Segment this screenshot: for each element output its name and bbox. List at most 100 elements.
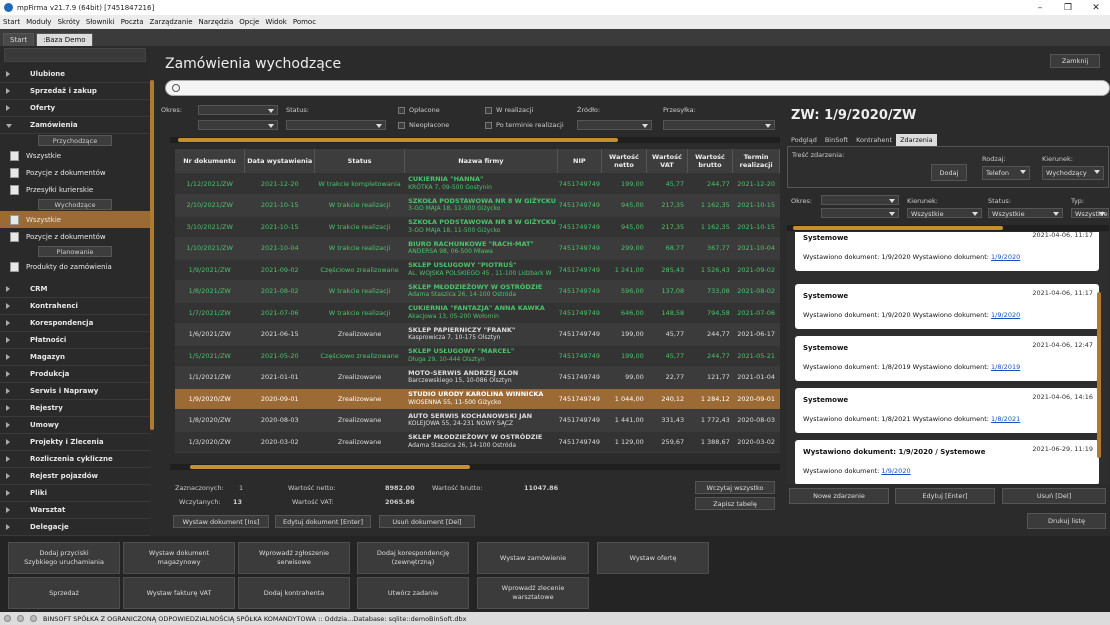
tab-baza-demo[interactable]: :Baza Demo: [36, 33, 93, 46]
menu-item[interactable]: Moduły: [26, 18, 51, 26]
sidebar-group[interactable]: Korespondencja: [0, 315, 150, 332]
rodzaj-select[interactable]: Telefon: [982, 166, 1030, 180]
column-header[interactable]: Wartość netto: [601, 149, 648, 173]
minimize-icon[interactable]: –: [1026, 0, 1054, 15]
sidebar-group[interactable]: Rejestr pojazdów: [0, 468, 150, 485]
table-row[interactable]: 1/8/2021/ZW 2021-08-02 W trakcie realiza…: [175, 280, 780, 303]
sidebar-search-input[interactable]: [4, 48, 146, 62]
tab-zdarzenia[interactable]: Zdarzenia: [896, 134, 937, 146]
table-row[interactable]: 2/10/2021/ZW 2021-10-15 W trakcie realiz…: [175, 194, 780, 217]
tab-binsoft[interactable]: BinSoft: [821, 134, 852, 146]
event-card[interactable]: Systemowe 2021-04-06, 14:16 Wystawiono d…: [795, 388, 1099, 433]
tab-podglad[interactable]: Podgląd: [787, 134, 821, 146]
table-row[interactable]: 1/6/2021/ZW 2021-06-15 Zrealizowane SKLE…: [175, 323, 780, 346]
menu-item[interactable]: Poczta: [121, 18, 144, 26]
sidebar-link[interactable]: Pozycje z dokumentów: [0, 164, 150, 181]
column-header[interactable]: Termin realizacji: [732, 149, 780, 173]
wystaw-dokument-button[interactable]: Wystaw dokument [Ins]: [173, 515, 269, 528]
okres-select-right-2[interactable]: [821, 208, 899, 218]
okres-select-right[interactable]: [821, 195, 899, 205]
menu-item[interactable]: Widok: [265, 18, 287, 26]
quick-action-button[interactable]: Wystaw ofertę: [597, 542, 709, 574]
event-card[interactable]: Systemowe 2021-04-06, 11:17 Wystawiono d…: [795, 284, 1099, 329]
event-card[interactable]: Wystawiono dokument: 1/9/2020 / Systemow…: [795, 440, 1099, 484]
dodaj-button[interactable]: Dodaj: [931, 164, 967, 181]
sidebar-group[interactable]: Produkcja: [0, 366, 150, 383]
table-row[interactable]: 1/10/2021/ZW 2021-10-04 W trakcie realiz…: [175, 237, 780, 260]
przesylka-select[interactable]: [663, 120, 775, 130]
quick-action-button[interactable]: Wprowadź zgłoszenie serwisowe: [238, 542, 350, 574]
sidebar-group-zamowienia[interactable]: Zamówienia: [0, 117, 150, 134]
event-card[interactable]: Systemowe 2021-04-06, 11:17 Wystawiono d…: [795, 232, 1099, 271]
table-row[interactable]: 1/12/2021/ZW 2021-12-20 W trakcie komple…: [175, 173, 780, 195]
table-row[interactable]: 3/10/2021/ZW 2021-10-15 W trakcie realiz…: [175, 216, 780, 238]
sidebar-group[interactable]: CRM: [0, 281, 150, 298]
quick-action-button[interactable]: Wystaw zamówienie: [477, 542, 589, 574]
event-card[interactable]: Systemowe 2021-04-06, 12:47 Wystawiono d…: [795, 336, 1099, 381]
sidebar-group[interactable]: Rejestry: [0, 400, 150, 417]
edytuj-dokument-button[interactable]: Edytuj dokument [Enter]: [275, 515, 371, 528]
sidebar-group[interactable]: Kontrahenci: [0, 298, 150, 315]
sidebar-group[interactable]: Magazyn: [0, 349, 150, 366]
quick-action-button[interactable]: Utwórz zadanie: [357, 577, 469, 609]
status-filter-select[interactable]: Wszystkie: [988, 208, 1063, 218]
oplacone-checkbox[interactable]: Opłacone: [398, 106, 440, 114]
column-header[interactable]: Status: [314, 149, 405, 173]
column-header[interactable]: Wartość VAT: [646, 149, 688, 173]
event-document-link[interactable]: 1/9/2020: [881, 467, 910, 475]
kierunek-select[interactable]: Wychodzący: [1042, 166, 1104, 180]
event-document-link[interactable]: 1/8/2019: [991, 363, 1020, 371]
event-document-link[interactable]: 1/9/2020: [991, 311, 1020, 319]
sidebar-group[interactable]: Warsztat: [0, 502, 150, 519]
column-header[interactable]: NIP: [557, 149, 602, 173]
usun-dokument-button[interactable]: Usuń dokument [Del]: [379, 515, 475, 528]
menu-item[interactable]: Opcje: [239, 18, 259, 26]
table-row[interactable]: 1/9/2020/ZW 2020-09-01 Zrealizowane STUD…: [175, 388, 780, 410]
table-row[interactable]: 1/5/2021/ZW 2021-05-20 Częściowo zrealiz…: [175, 345, 780, 367]
tab-kontrahent[interactable]: Kontrahent: [852, 134, 896, 146]
quick-action-button[interactable]: Dodaj korespondencję (zewnętrzną): [357, 542, 469, 574]
sidebar-group[interactable]: Oferty: [0, 100, 150, 117]
table-scrollbar[interactable]: [170, 464, 780, 470]
sidebar-group[interactable]: Delegacje: [0, 519, 150, 536]
quick-action-button[interactable]: Dodaj kontrahenta: [238, 577, 350, 609]
zrodlo-select[interactable]: [577, 120, 652, 130]
nowe-zdarzenie-button[interactable]: Nowe zdarzenie: [789, 488, 889, 504]
sidebar-link[interactable]: Przesyłki kurierskie: [0, 181, 150, 198]
sidebar-group[interactable]: Sprzedaż i zakup: [0, 83, 150, 100]
menu-item[interactable]: Skróty: [57, 18, 79, 26]
sidebar-group[interactable]: Umowy: [0, 417, 150, 434]
event-document-link[interactable]: 1/8/2021: [991, 415, 1020, 423]
menu-item[interactable]: Pomoc: [293, 18, 316, 26]
filters-scrollbar[interactable]: [170, 137, 780, 143]
kierunek-filter-select[interactable]: Wszystkie: [907, 208, 982, 218]
drukuj-liste-button[interactable]: Drukuj listę: [1027, 513, 1106, 529]
status-select[interactable]: [286, 120, 386, 130]
table-row[interactable]: 1/9/2021/ZW 2021-09-02 Częściowo zrealiz…: [175, 259, 780, 281]
typ-filter-select[interactable]: Wszystkie: [1071, 208, 1109, 218]
quick-action-button[interactable]: Wprowadź zlecenie warsztatowe: [477, 577, 589, 609]
table-row[interactable]: 1/7/2021/ZW 2021-07-06 W trakcie realiza…: [175, 302, 780, 324]
sidebar-link[interactable]: Pozycje z dokumentów: [0, 228, 150, 245]
quick-action-button[interactable]: Wystaw fakturę VAT: [123, 577, 235, 609]
menu-item[interactable]: Narzędzia: [199, 18, 234, 26]
column-header[interactable]: Data wystawienia: [244, 149, 316, 173]
quick-action-button[interactable]: Sprzedaż: [8, 577, 120, 609]
usun-zdarzenie-button[interactable]: Usuń [Del]: [1002, 488, 1106, 504]
okres-select[interactable]: [198, 105, 278, 115]
sidebar-group[interactable]: Serwis i Naprawy: [0, 383, 150, 400]
table-row[interactable]: 1/8/2020/ZW 2020-08-03 Zrealizowane AUTO…: [175, 409, 780, 432]
zapisz-tabele-button[interactable]: Zapisz tabelę: [695, 497, 775, 510]
sidebar-group[interactable]: Płatności: [0, 332, 150, 349]
event-document-link[interactable]: 1/9/2020: [991, 253, 1020, 261]
sidebar-link[interactable]: Wszystkie: [0, 147, 150, 164]
sidebar-group[interactable]: Pliki: [0, 485, 150, 502]
po-terminie-checkbox[interactable]: Po terminie realizacji: [485, 121, 564, 129]
sidebar-scrollbar[interactable]: [150, 80, 154, 430]
w-realizacji-checkbox[interactable]: W realizacji: [485, 106, 533, 114]
menu-item[interactable]: Zarządzanie: [150, 18, 193, 26]
menu-item[interactable]: Słowniki: [86, 18, 115, 26]
events-scrollbar[interactable]: [1097, 292, 1101, 458]
column-header[interactable]: Nazwa firmy: [404, 149, 559, 173]
nieoplacone-checkbox[interactable]: Nieopłacone: [398, 121, 449, 129]
